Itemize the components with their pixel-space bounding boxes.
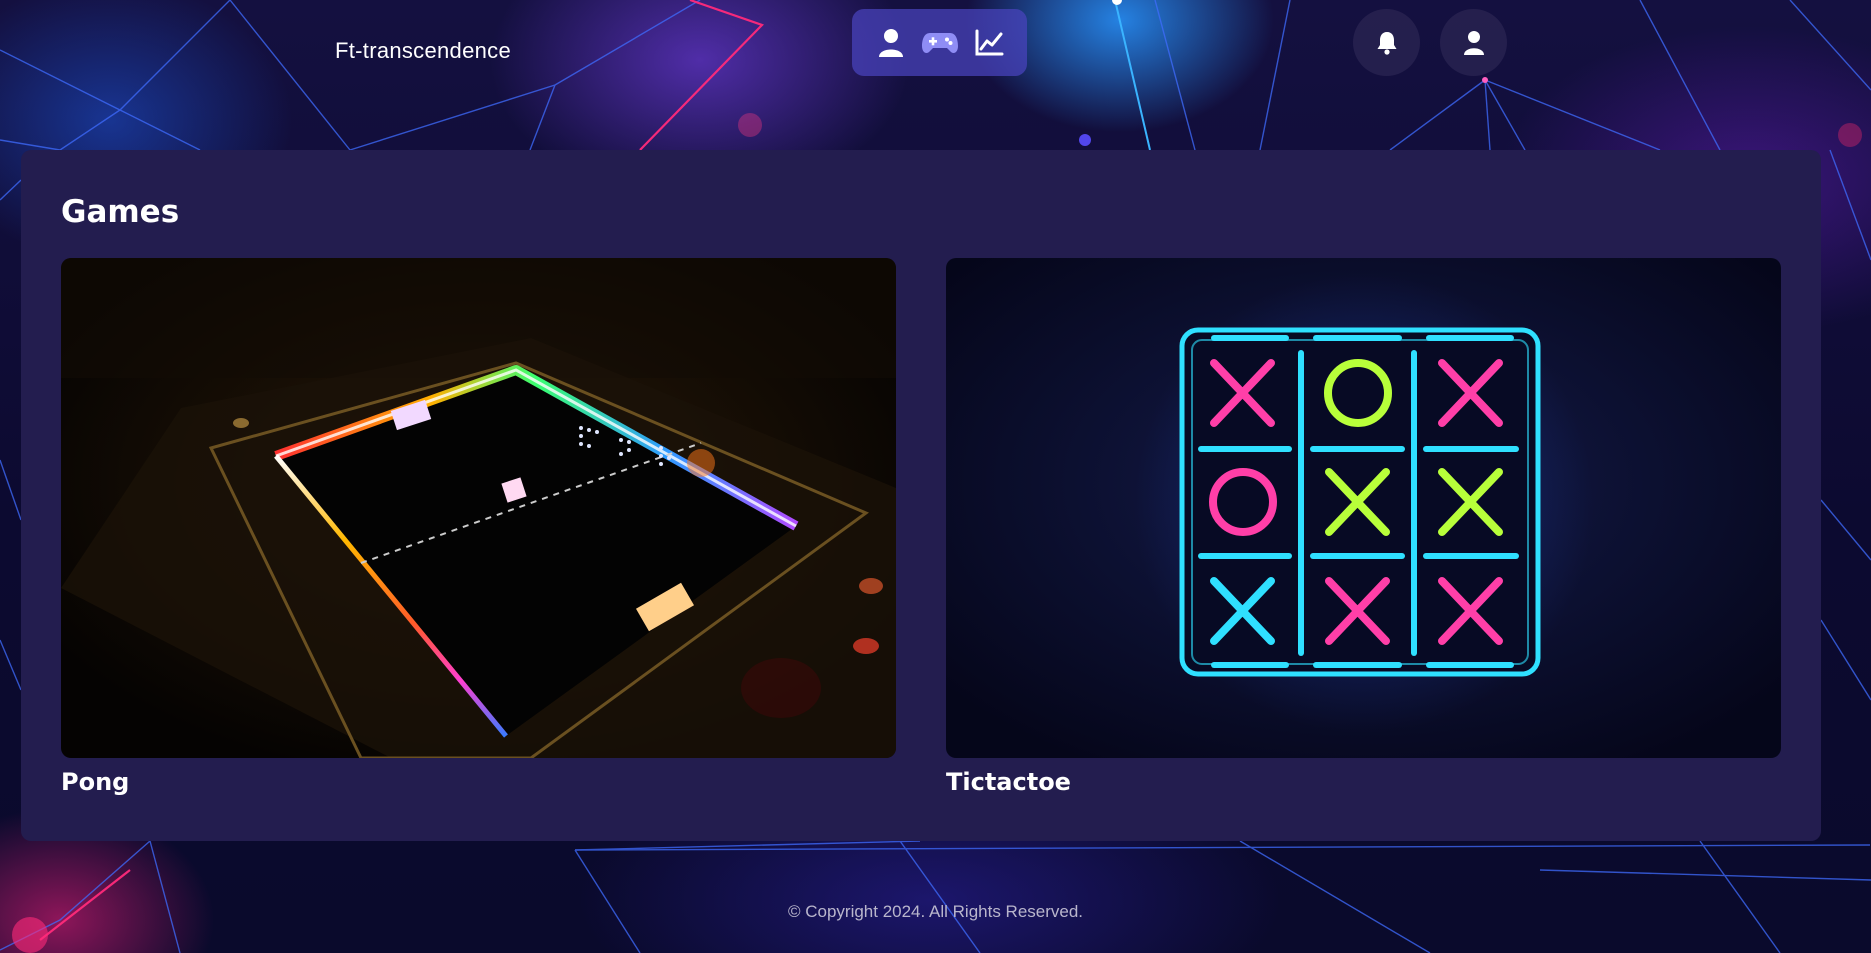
pong-arcade-image [61, 258, 896, 758]
top-header: Ft-transcendence [0, 0, 1871, 130]
nav-games-button[interactable] [920, 23, 960, 63]
game-card-pong[interactable]: Pong [61, 258, 896, 796]
game-title-tictactoe: Tictactoe [946, 768, 1071, 796]
bell-icon [1377, 31, 1396, 55]
game-card-tictactoe[interactable]: Tictactoe [946, 258, 1781, 796]
footer-copyright: © Copyright 2024. All Rights Reserved. [787, 902, 1084, 921]
user-icon [1463, 30, 1484, 55]
account-button[interactable] [1440, 9, 1507, 76]
game-title-pong: Pong [61, 768, 130, 796]
games-panel: Games Pong Tictactoe [21, 150, 1821, 841]
nav-stats-button[interactable] [969, 23, 1009, 63]
chart-line-icon [975, 29, 1003, 55]
nav-profile-button[interactable] [871, 23, 911, 63]
main-nav [852, 9, 1027, 76]
tictactoe-neon-image [946, 258, 1781, 758]
pong-thumbnail[interactable] [61, 258, 896, 758]
brand-title[interactable]: Ft-transcendence [335, 38, 511, 64]
page-title: Games [61, 194, 180, 230]
gamepad-icon [921, 32, 958, 53]
notifications-button[interactable] [1353, 9, 1420, 76]
tictactoe-thumbnail[interactable] [946, 258, 1781, 758]
user-icon [878, 28, 903, 57]
